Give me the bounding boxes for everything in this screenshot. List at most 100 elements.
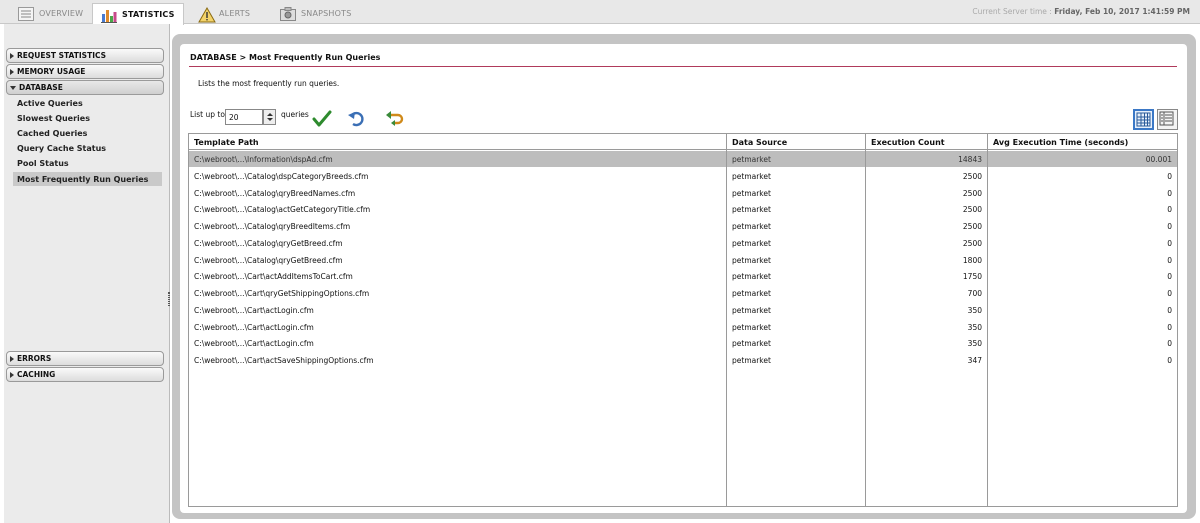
cell-data-source: petmarket <box>732 188 771 198</box>
tab-alerts[interactable]: ALERTS <box>190 3 258 24</box>
table-row[interactable]: C:\webroot\...\Catalog\qryBreedNames.cfm… <box>189 185 1177 201</box>
nav-item-most-frequent-queries[interactable]: Most Frequently Run Queries <box>13 172 162 186</box>
tab-overview-label: OVERVIEW <box>39 9 84 18</box>
queries-label: queries <box>281 110 309 119</box>
nav-item-label: Query Cache Status <box>17 143 107 153</box>
nav-item-label: Cached Queries <box>17 128 88 138</box>
cell-data-source: petmarket <box>732 289 771 298</box>
nav-memory-usage[interactable]: MEMORY USAGE <box>6 64 164 79</box>
table-row[interactable]: C:\webroot\...\Cart\actSaveShippingOptio… <box>189 352 1177 368</box>
cell-avg-execution-time: 00.001 <box>1145 155 1172 164</box>
cell-execution-count: 347 <box>967 356 982 365</box>
cell-template-path: C:\webroot\...\Catalog\actGetCategoryTit… <box>194 205 371 215</box>
table-row[interactable]: C:\webroot\...\Catalog\qryGetBreed.cfm pe… <box>189 235 1177 251</box>
table-row[interactable]: C:\webroot\...\Catalog\actGetCategoryTit… <box>189 201 1177 217</box>
nav-item-pool-status[interactable]: Pool Status <box>15 156 162 170</box>
col-header-data-source[interactable]: Data Source <box>727 134 866 150</box>
table-row[interactable]: C:\webroot\...\Cart\actLogin.cfm petmarke… <box>189 319 1177 335</box>
query-limit-input[interactable]: 20 <box>225 109 263 125</box>
nav-request-statistics[interactable]: REQUEST STATISTICS <box>6 48 164 63</box>
apply-button[interactable] <box>312 109 332 129</box>
list-up-to-label: List up to <box>190 110 225 119</box>
query-limit-stepper[interactable] <box>263 109 276 125</box>
col-header-template-path[interactable]: Template Path <box>189 134 727 150</box>
table-row[interactable]: C:\webroot\...\Catalog\qryBreedItems.cfm… <box>189 218 1177 234</box>
table-row[interactable]: C:\webroot\...\Cart\actAddItemsToCart.cf… <box>189 268 1177 284</box>
cell-execution-count: 2500 <box>962 238 982 248</box>
server-time-value: Friday, Feb 10, 2017 1:41:59 PM <box>1054 7 1190 16</box>
cell-template-path: C:\webroot\...\Cart\actSaveShippingOptio… <box>194 356 374 365</box>
cell-execution-count: 1800 <box>962 255 982 265</box>
grid-view-button[interactable] <box>1133 109 1154 130</box>
cell-avg-execution-time: 0 <box>1167 188 1172 198</box>
cell-avg-execution-time: 0 <box>1167 205 1172 215</box>
cell-data-source: petmarket <box>732 205 771 215</box>
nav-item-label: Active Queries <box>17 98 83 108</box>
cell-template-path: C:\webroot\...\Cart\actLogin.cfm <box>194 322 314 332</box>
list-view-button[interactable] <box>1157 109 1178 130</box>
cell-execution-count: 1750 <box>962 272 982 282</box>
cell-template-path: C:\webroot\...\Catalog\qryBreedItems.cfm <box>194 222 351 231</box>
nav-item-label: Slowest Queries <box>17 113 90 123</box>
undo-icon <box>348 111 364 127</box>
nav-item-cached-queries[interactable]: Cached Queries <box>15 126 162 140</box>
cell-execution-count: 350 <box>967 339 982 349</box>
col-header-execution-count[interactable]: Execution Count <box>866 134 988 150</box>
nav-section-label: MEMORY USAGE <box>17 67 86 76</box>
page-description: Lists the most frequently run queries. <box>198 79 340 88</box>
grid-view-icon <box>1136 112 1151 127</box>
bar-chart-icon <box>101 8 117 23</box>
cell-data-source: petmarket <box>732 238 771 248</box>
cell-avg-execution-time: 0 <box>1167 255 1172 265</box>
cell-template-path: C:\webroot\...\Catalog\qryGetBreed.cfm <box>194 238 343 248</box>
stepper-down-icon[interactable] <box>267 118 273 121</box>
table-row[interactable]: C:\webroot\...\Cart\actLogin.cfm petmarke… <box>189 335 1177 351</box>
chevron-right-icon <box>10 68 14 75</box>
nav-item-active-queries[interactable]: Active Queries <box>15 96 162 110</box>
cell-template-path: C:\webroot\...\Cart\qryGetShippingOption… <box>194 289 370 298</box>
nav-database[interactable]: DATABASE <box>6 80 164 95</box>
breadcrumb: DATABASE > Most Frequently Run Queries <box>190 53 381 62</box>
cell-data-source: petmarket <box>732 255 771 265</box>
table-row[interactable]: C:\webroot\...\Cart\qryGetShippingOption… <box>189 285 1177 301</box>
cell-avg-execution-time: 0 <box>1167 322 1172 332</box>
list-view-icon <box>1159 111 1174 126</box>
table-row[interactable]: C:\webroot\...\Cart\actLogin.cfm petmarke… <box>189 302 1177 318</box>
cell-execution-count: 14843 <box>958 155 982 164</box>
table-row[interactable]: C:\webroot\...\Information\dspAd.cfm petm… <box>189 151 1177 167</box>
tab-statistics[interactable]: STATISTICS <box>92 3 184 25</box>
server-time: Current Server time : Friday, Feb 10, 20… <box>972 7 1190 16</box>
column-divider <box>987 134 988 506</box>
cell-template-path: C:\webroot\...\Catalog\dspCategoryBreeds… <box>194 171 369 181</box>
cell-data-source: petmarket <box>732 222 771 231</box>
chevron-down-icon <box>10 85 16 90</box>
col-header-avg-execution-time[interactable]: Avg Execution Time (seconds) <box>988 134 1177 150</box>
nav-item-label: Most Frequently Run Queries <box>17 174 149 184</box>
undo-button[interactable] <box>347 109 367 129</box>
table-row[interactable]: C:\webroot\...\Catalog\dspCategoryBreeds… <box>189 168 1177 184</box>
refresh-button[interactable] <box>385 109 405 129</box>
tab-overview[interactable]: OVERVIEW <box>10 3 91 24</box>
cell-data-source: petmarket <box>732 272 771 282</box>
nav-item-slowest-queries[interactable]: Slowest Queries <box>15 111 162 125</box>
cell-data-source: petmarket <box>732 305 771 315</box>
cell-execution-count: 350 <box>967 322 982 332</box>
cell-template-path: C:\webroot\...\Catalog\qryGetBreed.cfm <box>194 255 343 265</box>
table-row[interactable]: C:\webroot\...\Catalog\qryGetBreed.cfm pe… <box>189 252 1177 268</box>
cell-template-path: C:\webroot\...\Cart\actLogin.cfm <box>194 305 314 315</box>
nav-item-query-cache-status[interactable]: Query Cache Status <box>15 141 162 155</box>
splitter-handle[interactable] <box>168 292 170 306</box>
stepper-up-icon[interactable] <box>267 113 273 116</box>
warning-icon <box>198 6 216 22</box>
tab-snapshots[interactable]: SNAPSHOTS <box>272 3 360 24</box>
cell-template-path: C:\webroot\...\Cart\actAddItemsToCart.cf… <box>194 272 353 282</box>
cell-avg-execution-time: 0 <box>1167 305 1172 315</box>
cell-execution-count: 2500 <box>962 205 982 215</box>
cell-avg-execution-time: 0 <box>1167 339 1172 349</box>
nav-errors[interactable]: ERRORS <box>6 351 164 366</box>
refresh-icon <box>386 111 404 126</box>
top-tab-bar: OVERVIEW STATISTICS ALERTS SNAPSHOTS Cur… <box>0 0 1200 25</box>
cell-execution-count: 2500 <box>962 188 982 198</box>
table-header: Template Path Data Source Execution Coun… <box>189 134 1177 150</box>
nav-caching[interactable]: CACHING <box>6 367 164 382</box>
